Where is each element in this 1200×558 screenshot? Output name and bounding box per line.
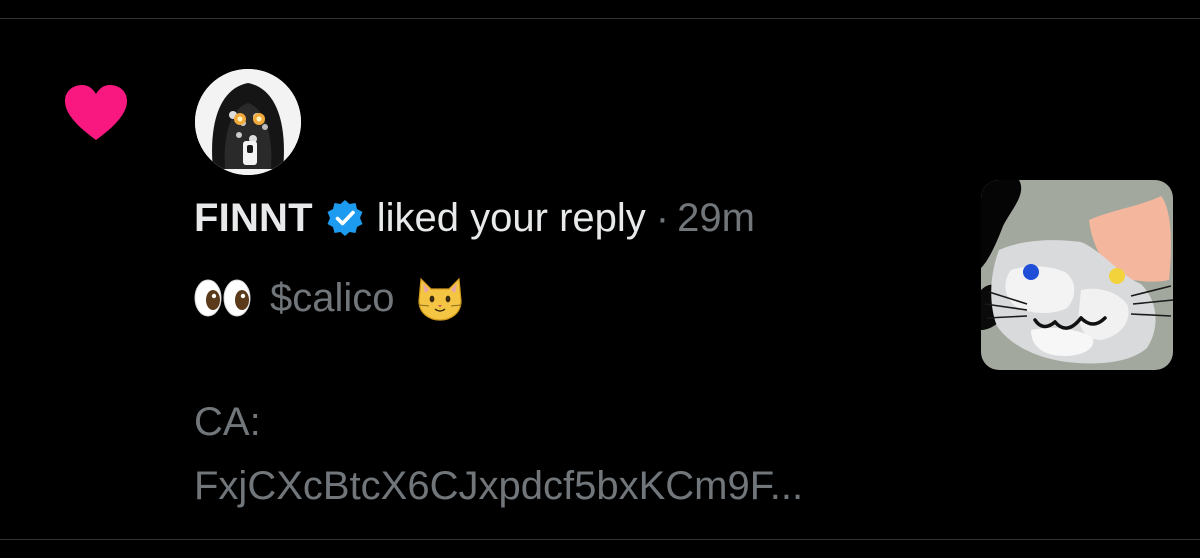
separator-dot: · [655, 195, 670, 240]
eyes-emoji-icon [194, 279, 251, 317]
user-avatar[interactable] [195, 69, 301, 175]
contract-address: FxjCXcBtcX6CJxpdcf5bxKCm9F... [194, 464, 804, 508]
cat-face-emoji-icon [417, 277, 462, 321]
avatar-image [195, 69, 301, 175]
user-name[interactable]: FINNT [194, 196, 313, 241]
divider-bottom [0, 539, 1200, 540]
calico-cat-image [981, 180, 1173, 370]
cashtag-link[interactable]: $calico [270, 276, 395, 321]
contract-address-label: CA: [194, 400, 261, 444]
action-text: liked your reply [376, 195, 646, 240]
timestamp[interactable]: 29m [677, 196, 755, 241]
notification-header: FINNT liked your reply · 29m [194, 192, 755, 244]
tweet-line: $calico [194, 272, 465, 324]
tweet-thumbnail[interactable] [981, 180, 1173, 370]
heart-icon [65, 85, 127, 140]
verified-badge-icon [327, 200, 363, 236]
